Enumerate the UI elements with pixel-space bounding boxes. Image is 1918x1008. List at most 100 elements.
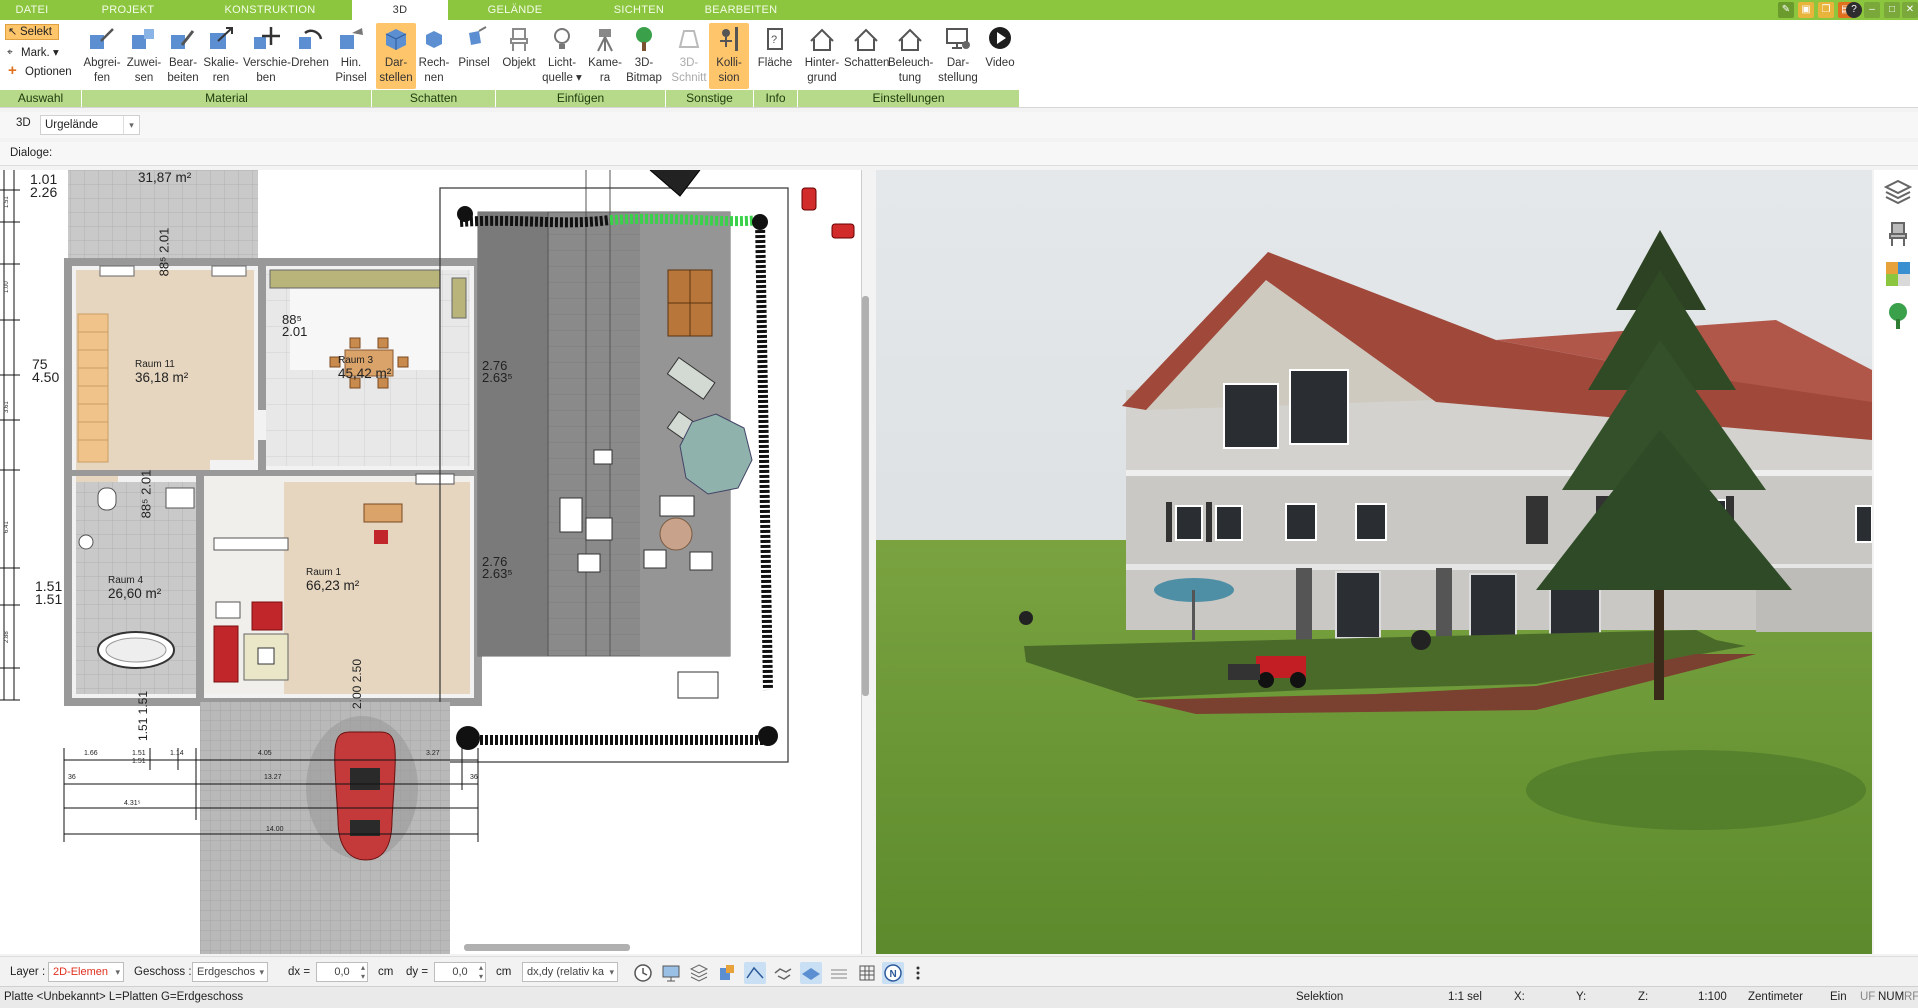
mode-select[interactable]: dx,dy (relativ ka ▾: [522, 962, 618, 982]
vertical-scrollbar-thumb[interactable]: [862, 296, 869, 696]
group-auswahl: Auswahl: [0, 90, 82, 107]
collision-icon: [720, 27, 738, 51]
plus-icon: +: [8, 62, 17, 79]
status-selection: Selektion: [1296, 991, 1344, 1003]
tab-datei[interactable]: DATEI: [0, 0, 64, 20]
terrain-select[interactable]: Urgelände ▾: [40, 115, 140, 135]
room-area: 31,87 m²: [138, 170, 192, 185]
move-arrows-icon: [254, 27, 280, 49]
layer-select[interactable]: 2D-Elemen ▾: [48, 962, 124, 982]
dim-label: 1.51: [132, 758, 146, 765]
stack-tool-icon[interactable]: [828, 962, 850, 984]
camera-button[interactable]: Kame-ra: [585, 23, 625, 89]
status-z: Z:: [1638, 991, 1649, 1003]
dim-label: 1.66: [84, 750, 98, 757]
camera-tripod-icon: [597, 29, 613, 52]
show-shadow-button[interactable]: Dar-stellen: [376, 23, 416, 89]
status-sel-count: 1:1 sel: [1448, 991, 1482, 1003]
chevron-down-icon: ▾: [609, 967, 614, 977]
3d-section-button[interactable]: 3D- Schnitt: [669, 23, 709, 89]
tab-sichten[interactable]: SICHTEN: [596, 0, 682, 20]
floor-plan-view[interactable]: 1.51 1.00 3.61 6.41 2.88 1.01 2.26 75 4.…: [0, 170, 862, 954]
insert-object-button[interactable]: Objekt: [499, 23, 539, 89]
measure-tool-icon[interactable]: [744, 962, 766, 984]
spinner-icon[interactable]: ▴ ▾: [361, 963, 365, 981]
move-material-button[interactable]: Verschie-ben: [243, 23, 291, 89]
geschoss-select[interactable]: Erdgeschos ▾: [192, 962, 268, 982]
geschoss-label: Geschoss :: [134, 966, 192, 978]
room-label: Raum 3 45,42 m²: [338, 354, 391, 380]
menu-tab-bar: DATEI PROJEKT KONSTRUKTION 3D GELÄNDE SI…: [0, 0, 1918, 20]
display-settings-button[interactable]: Dar-stellung: [935, 23, 981, 89]
options-label: Optionen: [25, 66, 72, 78]
grid-icon[interactable]: [856, 962, 878, 984]
tab-konstruktion[interactable]: KONSTRUKTION: [210, 0, 330, 20]
close-icon[interactable]: ✕: [1902, 2, 1918, 18]
background-button[interactable]: Hinter-grund: [801, 23, 843, 89]
dx-input[interactable]: 0,0 ▴ ▾: [316, 962, 368, 982]
edit-material-button[interactable]: Bear-beiten: [163, 23, 203, 89]
lighting-button[interactable]: Beleuch-tung: [888, 23, 933, 89]
group-einstellungen: Einstellungen: [798, 90, 1020, 107]
rotate-material-button[interactable]: Drehen: [290, 23, 330, 89]
group-einfuegen: Einfügen: [496, 90, 666, 107]
pick-material-button[interactable]: Abgrei-fen: [82, 23, 122, 89]
clock-icon[interactable]: [632, 962, 654, 984]
light-source-button[interactable]: Licht-quelle ▾: [541, 23, 583, 89]
monitor-icon: [946, 28, 970, 49]
horizontal-scrollbar-thumb[interactable]: [464, 944, 630, 951]
help-icon[interactable]: ?: [1846, 2, 1862, 18]
assign-material-button[interactable]: Zuwei-sen: [124, 23, 164, 89]
minimize-icon[interactable]: –: [1864, 2, 1880, 18]
pick-material-icon: [90, 28, 114, 49]
3d-view[interactable]: [876, 170, 1872, 954]
status-rf: RF: [1904, 991, 1918, 1003]
area-button[interactable]: ? Fläche: [755, 23, 795, 89]
3d-bitmap-button[interactable]: 3D- Bitmap: [624, 23, 664, 89]
floor-plan-drawing: [63, 170, 855, 954]
objects-tool-icon[interactable]: [716, 962, 738, 984]
compute-shadow-button[interactable]: Rech-nen: [414, 23, 454, 89]
dim-label: 36: [68, 774, 76, 781]
3d-scene: [876, 170, 1872, 954]
tab-3d[interactable]: 3D: [352, 0, 448, 20]
brush-tool-icon[interactable]: ✎: [1778, 2, 1794, 18]
window-cascade-icon[interactable]: ❐: [1818, 2, 1834, 18]
window-layout-icon[interactable]: ▣: [1798, 2, 1814, 18]
select-button[interactable]: ↖ Selekt: [5, 24, 59, 40]
house-light-icon: [898, 28, 922, 51]
tab-gelaende[interactable]: GELÄNDE: [468, 0, 562, 20]
shadow-brush-button[interactable]: Pinsel: [454, 23, 494, 89]
brush-icon: [340, 28, 363, 49]
layers-tool-icon[interactable]: [688, 962, 710, 984]
maximize-icon[interactable]: □: [1884, 2, 1900, 18]
tab-projekt[interactable]: PROJEKT: [88, 0, 168, 20]
monitor-view-icon[interactable]: [660, 962, 682, 984]
dy-input[interactable]: 0,0 ▴ ▾: [434, 962, 486, 982]
dim-label: 1.51: [136, 690, 151, 715]
group-material: Material: [82, 90, 372, 107]
north-icon[interactable]: N: [882, 962, 904, 984]
video-button[interactable]: Video: [980, 23, 1020, 89]
group-sonstige: Sonstige: [666, 90, 754, 107]
dim-label: 14.00: [266, 826, 284, 833]
brush-hint-button[interactable]: Hin. Pinsel: [331, 23, 371, 89]
materials-icon[interactable]: [1884, 260, 1912, 288]
spinner-icon[interactable]: ▴ ▾: [479, 963, 483, 981]
more-icon[interactable]: [912, 962, 924, 984]
layers-icon[interactable]: [1884, 178, 1912, 206]
scale-material-button[interactable]: Skalie-ren: [201, 23, 241, 89]
dialogs-label: Dialoge:: [10, 147, 53, 159]
collision-button[interactable]: Kolli-sion: [709, 23, 749, 89]
shadow-settings-button[interactable]: Schatten: [844, 23, 889, 89]
tab-bearbeiten[interactable]: BEARBEITEN: [696, 0, 786, 20]
plants-icon[interactable]: [1884, 302, 1912, 330]
chevron-down-icon: ▾: [259, 967, 264, 977]
plane-tool-icon[interactable]: [800, 962, 822, 984]
chair-catalog-icon[interactable]: [1884, 220, 1912, 248]
options-button[interactable]: + Optionen: [7, 62, 77, 80]
mark-button[interactable]: ⌖ Mark. ▾: [7, 45, 67, 61]
dy-label: dy =: [406, 966, 429, 978]
handshake-icon[interactable]: [772, 962, 794, 984]
status-unit: Zentimeter: [1748, 991, 1803, 1003]
